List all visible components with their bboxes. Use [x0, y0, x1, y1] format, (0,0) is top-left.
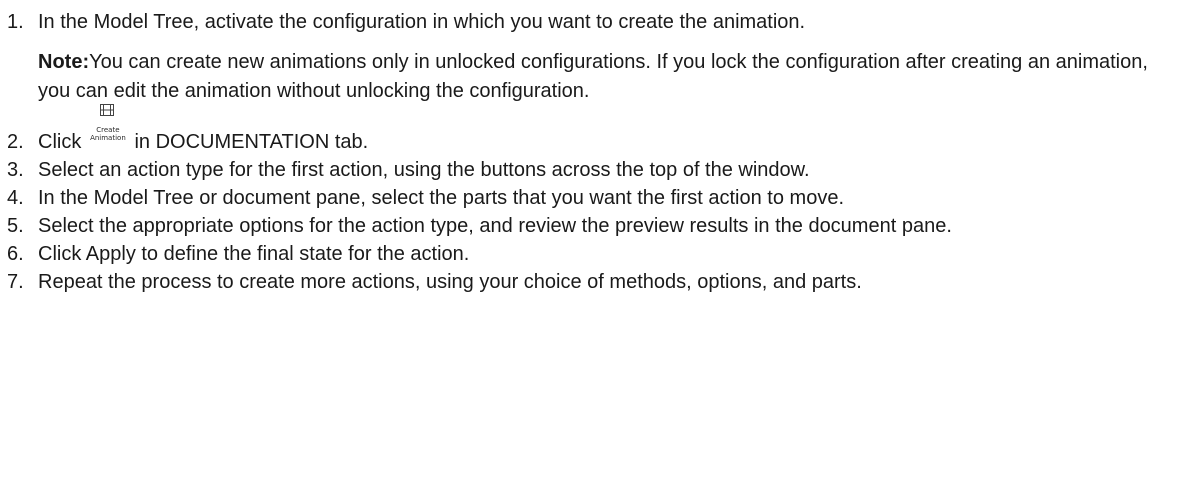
step-number: 7. [7, 271, 24, 293]
steps-list: 1. In the Model Tree, activate the confi… [0, 8, 1195, 296]
create-animation-button[interactable]: Create Animation [87, 104, 129, 150]
step-5: 5. Select the appropriate options for th… [0, 212, 1195, 240]
note-label: Note: [38, 51, 90, 73]
note-text: You can create new animations only in un… [38, 51, 1148, 102]
step-number: 6. [7, 243, 24, 265]
step-2-line: Click Create Animation in DOCUMENTATION … [38, 104, 1195, 156]
film-icon [99, 104, 114, 116]
step-text: Repeat the process to create more action… [38, 271, 862, 293]
step-number: 5. [7, 215, 24, 237]
step-text: In the Model Tree or document pane, sele… [38, 187, 844, 209]
create-animation-label-line2: Animation [90, 134, 126, 142]
note: Note:You can create new animations only … [38, 48, 1195, 106]
step-text: Select an action type for the first acti… [38, 159, 810, 181]
step-3: 3. Select an action type for the first a… [0, 156, 1195, 184]
step-7: 7. Repeat the process to create more act… [0, 268, 1195, 296]
step-4: 4. In the Model Tree or document pane, s… [0, 184, 1195, 212]
step-number: 2. [7, 131, 24, 153]
instructions-page: 1. In the Model Tree, activate the confi… [0, 0, 1195, 488]
step-text: Select the appropriate options for the a… [38, 215, 952, 237]
step-number: 3. [7, 159, 24, 181]
create-animation-label: Create Animation [87, 126, 129, 142]
step-number: 4. [7, 187, 24, 209]
create-animation-label-line1: Create [96, 126, 120, 134]
step-1: 1. In the Model Tree, activate the confi… [0, 8, 1195, 106]
step-6: 6. Click Apply to define the final state… [0, 240, 1195, 268]
step-text-before: Click [38, 131, 82, 153]
step-number: 1. [7, 11, 24, 33]
step-2: 2. Click Create Animation in DOCUMENTATI… [0, 104, 1195, 156]
step-text-after: in DOCUMENTATION tab. [134, 131, 369, 153]
step-text: Click Apply to define the final state fo… [38, 243, 470, 265]
step-text: In the Model Tree, activate the configur… [38, 11, 806, 33]
